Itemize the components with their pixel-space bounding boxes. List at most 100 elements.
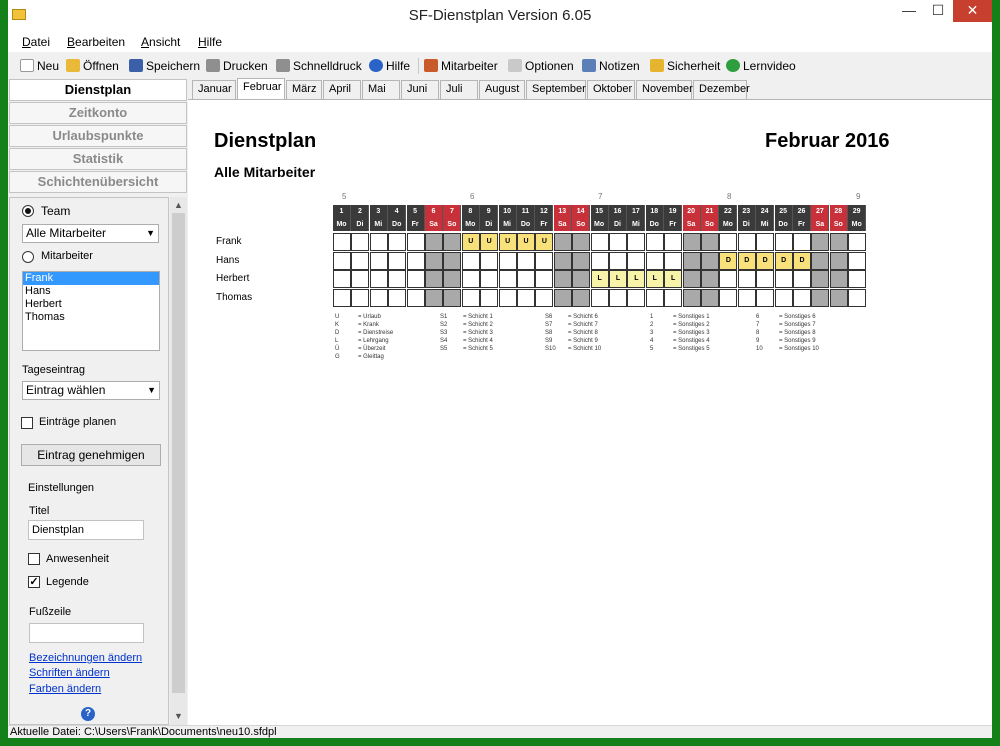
roster-cell[interactable] (517, 251, 535, 270)
roster-cell[interactable] (701, 233, 719, 251)
roster-cell[interactable] (737, 288, 756, 307)
list-item[interactable]: Frank (23, 272, 159, 285)
minimize-button[interactable]: — (895, 0, 923, 22)
roster-cell[interactable] (535, 270, 554, 288)
tab-oktober[interactable]: Oktober (587, 80, 635, 99)
roster-cell[interactable] (590, 233, 609, 251)
nav-urlaubspunkte[interactable]: Urlaubspunkte (9, 125, 187, 147)
tab-april[interactable]: April (323, 80, 361, 99)
roster-cell[interactable] (425, 251, 443, 270)
legende-checkbox[interactable]: ✓ (28, 576, 40, 588)
roster-cell[interactable] (645, 288, 664, 307)
roster-cell[interactable] (498, 270, 517, 288)
roster-cell[interactable]: U (498, 233, 517, 251)
anwesenheit-checkbox[interactable] (28, 553, 40, 565)
roster-cell[interactable] (572, 270, 591, 288)
schriften-aendern-link[interactable]: Schriften ändern (29, 667, 110, 679)
titel-input[interactable]: Dienstplan (28, 520, 144, 540)
tab-juni[interactable]: Juni (401, 80, 439, 99)
menu-hilfe[interactable]: Hilfe (198, 35, 222, 49)
roster-cell[interactable] (425, 288, 443, 307)
roster-cell[interactable] (848, 288, 867, 307)
tageseintrag-select[interactable]: Eintrag wählen ▼ (22, 381, 160, 400)
roster-cell[interactable]: D (774, 251, 793, 270)
toolbar-neu-button[interactable]: Neu (20, 57, 59, 74)
roster-cell[interactable] (590, 251, 609, 270)
team-select[interactable]: Alle Mitarbeiter ▼ (22, 224, 159, 243)
roster-cell[interactable] (682, 270, 701, 288)
roster-cell[interactable] (609, 251, 627, 270)
roster-cell[interactable] (443, 288, 462, 307)
roster-cell[interactable] (498, 251, 517, 270)
close-button[interactable]: ✕ (953, 0, 992, 22)
roster-cell[interactable] (829, 288, 848, 307)
roster-cell[interactable] (627, 233, 646, 251)
help-icon[interactable]: ? (81, 707, 95, 721)
roster-cell[interactable] (829, 251, 848, 270)
roster-cell[interactable] (406, 270, 425, 288)
roster-cell[interactable] (388, 251, 407, 270)
scroll-down-icon[interactable]: ▼ (170, 709, 187, 723)
roster-cell[interactable] (553, 270, 572, 288)
employee-listbox[interactable]: Frank Hans Herbert Thomas (22, 271, 160, 351)
roster-cell[interactable] (461, 270, 480, 288)
roster-cell[interactable] (369, 270, 388, 288)
roster-cell[interactable] (517, 288, 535, 307)
roster-cell[interactable]: L (627, 270, 646, 288)
roster-cell[interactable] (793, 270, 811, 288)
roster-cell[interactable] (553, 251, 572, 270)
nav-statistik[interactable]: Statistik (9, 148, 187, 170)
roster-cell[interactable] (811, 251, 830, 270)
roster-cell[interactable] (793, 233, 811, 251)
roster-cell[interactable]: D (793, 251, 811, 270)
mitarbeiter-radio[interactable] (22, 251, 34, 263)
roster-cell[interactable] (756, 288, 775, 307)
roster-cell[interactable] (609, 288, 627, 307)
roster-cell[interactable] (333, 270, 351, 288)
roster-cell[interactable] (645, 251, 664, 270)
tab-dezember[interactable]: Dezember (693, 80, 750, 99)
roster-cell[interactable] (351, 270, 370, 288)
roster-cell[interactable] (664, 233, 683, 251)
tab-märz[interactable]: März (286, 80, 322, 99)
roster-cell[interactable] (701, 288, 719, 307)
tab-september[interactable]: September (526, 80, 586, 99)
roster-cell[interactable] (829, 270, 848, 288)
roster-cell[interactable] (848, 251, 867, 270)
roster-cell[interactable] (480, 288, 499, 307)
roster-cell[interactable]: U (517, 233, 535, 251)
tab-mai[interactable]: Mai (362, 80, 400, 99)
roster-cell[interactable] (645, 233, 664, 251)
list-item[interactable]: Thomas (23, 311, 159, 324)
roster-cell[interactable] (480, 270, 499, 288)
roster-cell[interactable] (443, 251, 462, 270)
roster-cell[interactable] (811, 233, 830, 251)
roster-cell[interactable] (388, 270, 407, 288)
roster-cell[interactable]: L (609, 270, 627, 288)
roster-cell[interactable] (811, 288, 830, 307)
roster-cell[interactable] (406, 233, 425, 251)
roster-cell[interactable] (848, 270, 867, 288)
toolbar-mitarbeiter-button[interactable]: Mitarbeiter (424, 57, 498, 74)
roster-cell[interactable] (425, 270, 443, 288)
roster-cell[interactable]: U (480, 233, 499, 251)
roster-cell[interactable] (719, 233, 738, 251)
roster-cell[interactable] (627, 288, 646, 307)
toolbar-drucken-button[interactable]: Drucken (206, 57, 268, 74)
toolbar-oeffnen-button[interactable]: Öffnen (66, 57, 119, 74)
roster-cell[interactable] (351, 288, 370, 307)
tab-august[interactable]: August (479, 80, 525, 99)
team-radio[interactable] (22, 205, 34, 217)
roster-cell[interactable]: D (737, 251, 756, 270)
roster-cell[interactable] (517, 270, 535, 288)
roster-cell[interactable] (553, 233, 572, 251)
roster-cell[interactable] (572, 251, 591, 270)
roster-cell[interactable] (811, 270, 830, 288)
toolbar-lernvideo-button[interactable]: Lernvideo (726, 57, 796, 74)
eintraege-planen-checkbox[interactable] (21, 417, 33, 429)
nav-dienstplan[interactable]: Dienstplan (9, 79, 187, 101)
roster-cell[interactable] (535, 288, 554, 307)
roster-cell[interactable]: L (664, 270, 683, 288)
roster-cell[interactable] (535, 251, 554, 270)
farben-aendern-link[interactable]: Farben ändern (29, 683, 101, 695)
